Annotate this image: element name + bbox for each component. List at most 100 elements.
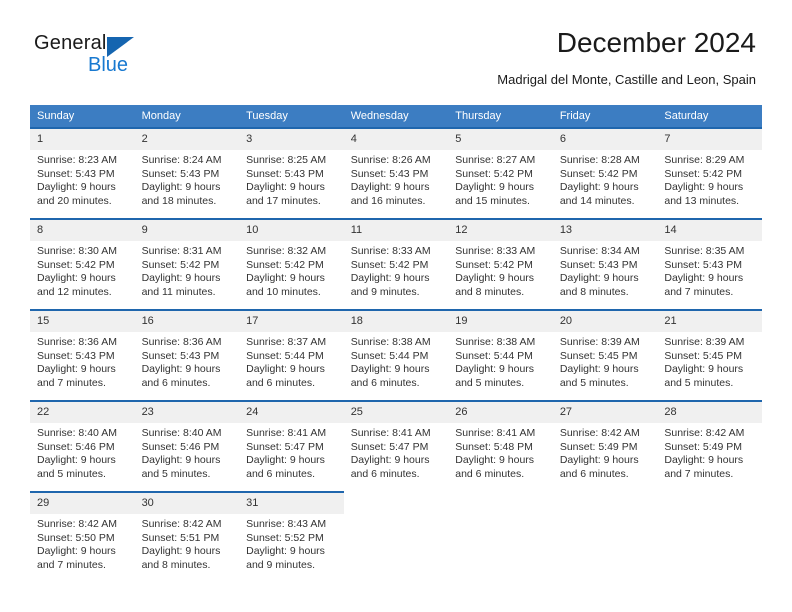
day-details: Sunrise: 8:42 AM Sunset: 5:50 PM Daylight:… (30, 514, 135, 572)
daylight-text-line1: Daylight: 9 hours (246, 545, 325, 558)
calendar-day-cell[interactable]: 27 Sunrise: 8:42 AM Sunset: 5:49 PM Dayligh… (552, 400, 658, 491)
calendar-day-cell[interactable]: 16 Sunrise: 8:36 AM Sunset: 5:43 PM Dayligh… (134, 309, 240, 400)
weekday-header-saturday: Saturday (657, 105, 762, 127)
daylight-text-line2: and 6 minutes. (246, 467, 316, 480)
calendar-day-cell[interactable]: 26 Sunrise: 8:41 AM Sunset: 5:48 PM Dayligh… (448, 400, 553, 491)
calendar-day-cell[interactable]: 25 Sunrise: 8:41 AM Sunset: 5:47 PM Dayligh… (343, 400, 449, 491)
calendar-day-cell[interactable]: 19 Sunrise: 8:38 AM Sunset: 5:44 PM Dayligh… (448, 309, 553, 400)
day-cell-content: 22 Sunrise: 8:40 AM Sunset: 5:46 PM Dayligh… (30, 400, 135, 491)
sunset-text: Sunset: 5:43 PM (559, 258, 638, 271)
calendar-day-cell[interactable]: 14 Sunrise: 8:35 AM Sunset: 5:43 PM Dayligh… (657, 218, 762, 309)
logo-text-general: General (34, 32, 107, 54)
daylight-text-line1: Daylight: 9 hours (37, 181, 116, 194)
daylight-text-line2: and 9 minutes. (350, 285, 420, 298)
daylight-text-line2: and 9 minutes. (246, 558, 316, 571)
calendar-day-cell[interactable]: 31 Sunrise: 8:43 AM Sunset: 5:52 PM Dayligh… (239, 491, 344, 582)
calendar-day-cell[interactable]: 21 Sunrise: 8:39 AM Sunset: 5:45 PM Dayligh… (657, 309, 762, 400)
day-cell-content: 9 Sunrise: 8:31 AM Sunset: 5:42 PM Daylight… (134, 218, 240, 309)
daylight-text-line1: Daylight: 9 hours (455, 272, 535, 285)
sunrise-text: Sunrise: 8:41 AM (350, 427, 431, 439)
day-details: Sunrise: 8:42 AM Sunset: 5:49 PM Daylight:… (553, 423, 658, 481)
daylight-text-line2: and 15 minutes. (455, 194, 530, 207)
sunrise-text: Sunrise: 8:34 AM (559, 245, 640, 257)
day-number: 15 (30, 311, 135, 332)
sunrise-text: Sunrise: 8:42 AM (559, 427, 640, 439)
calendar-day-cell[interactable]: 18 Sunrise: 8:38 AM Sunset: 5:44 PM Dayligh… (343, 309, 449, 400)
day-number: 4 (343, 129, 449, 150)
day-details: Sunrise: 8:34 AM Sunset: 5:43 PM Daylight:… (553, 241, 658, 299)
sunset-text: Sunset: 5:43 PM (350, 167, 429, 180)
daylight-text-line2: and 6 minutes. (455, 467, 525, 480)
day-details: Sunrise: 8:29 AM Sunset: 5:42 PM Daylight:… (657, 150, 762, 208)
day-details: Sunrise: 8:30 AM Sunset: 5:42 PM Daylight:… (30, 241, 135, 299)
day-cell-content: 16 Sunrise: 8:36 AM Sunset: 5:43 PM Dayligh… (134, 309, 240, 400)
sunset-text: Sunset: 5:43 PM (664, 258, 743, 271)
calendar-day-cell[interactable]: 7 Sunrise: 8:29 AM Sunset: 5:42 PM Daylight… (657, 127, 762, 218)
day-details: Sunrise: 8:35 AM Sunset: 5:43 PM Daylight:… (657, 241, 762, 299)
daylight-text-line2: and 7 minutes. (37, 558, 106, 571)
calendar-day-cell[interactable]: 5 Sunrise: 8:27 AM Sunset: 5:42 PM Daylight… (448, 127, 553, 218)
calendar-day-cell[interactable]: 10 Sunrise: 8:32 AM Sunset: 5:42 PM Dayligh… (239, 218, 344, 309)
day-number: 21 (657, 311, 762, 332)
sunset-text: Sunset: 5:44 PM (455, 349, 533, 362)
sunrise-text: Sunrise: 8:40 AM (141, 427, 222, 439)
calendar-day-cell[interactable]: 24 Sunrise: 8:41 AM Sunset: 5:47 PM Dayligh… (239, 400, 344, 491)
calendar-day-cell[interactable]: 2 Sunrise: 8:24 AM Sunset: 5:43 PM Daylight… (134, 127, 240, 218)
daylight-text-line2: and 12 minutes. (37, 285, 112, 298)
calendar-table: Sunday Monday Tuesday Wednesday Thursday… (30, 105, 762, 582)
daylight-text-line1: Daylight: 9 hours (141, 545, 221, 558)
sunrise-text: Sunrise: 8:33 AM (455, 245, 536, 257)
daylight-text-line2: and 5 minutes. (664, 376, 734, 389)
daylight-text-line2: and 6 minutes. (141, 376, 211, 389)
sunrise-text: Sunrise: 8:40 AM (37, 427, 117, 439)
calendar-day-cell[interactable]: 30 Sunrise: 8:42 AM Sunset: 5:51 PM Dayligh… (134, 491, 240, 582)
calendar-day-cell[interactable]: 22 Sunrise: 8:40 AM Sunset: 5:46 PM Dayligh… (30, 400, 135, 491)
calendar-day-cell[interactable]: 6 Sunrise: 8:28 AM Sunset: 5:42 PM Daylight… (552, 127, 658, 218)
day-number: 12 (448, 220, 553, 241)
calendar-day-cell[interactable]: 13 Sunrise: 8:34 AM Sunset: 5:43 PM Dayligh… (552, 218, 658, 309)
day-details: Sunrise: 8:41 AM Sunset: 5:48 PM Daylight:… (448, 423, 553, 481)
calendar-day-cell[interactable]: 17 Sunrise: 8:37 AM Sunset: 5:44 PM Dayligh… (239, 309, 344, 400)
sunrise-text: Sunrise: 8:37 AM (246, 336, 327, 348)
daylight-text-line2: and 5 minutes. (141, 467, 211, 480)
calendar-day-cell[interactable]: 1 Sunrise: 8:23 AM Sunset: 5:43 PM Daylight… (30, 127, 135, 218)
day-number: 8 (30, 220, 135, 241)
day-cell-empty (448, 491, 553, 582)
calendar-day-cell[interactable]: 15 Sunrise: 8:36 AM Sunset: 5:43 PM Dayligh… (30, 309, 135, 400)
daylight-text-line1: Daylight: 9 hours (246, 272, 325, 285)
daylight-text-line2: and 17 minutes. (246, 194, 321, 207)
day-number: 17 (239, 311, 344, 332)
day-cell-content: 10 Sunrise: 8:32 AM Sunset: 5:42 PM Dayligh… (239, 218, 344, 309)
general-blue-logo[interactable]: General Blue (34, 32, 214, 84)
sunset-text: Sunset: 5:42 PM (350, 258, 429, 271)
sunrise-text: Sunrise: 8:38 AM (455, 336, 536, 348)
day-details: Sunrise: 8:32 AM Sunset: 5:42 PM Daylight:… (239, 241, 344, 299)
page-subtitle: Madrigal del Monte, Castille and Leon, S… (497, 72, 756, 87)
calendar-day-cell[interactable]: 23 Sunrise: 8:40 AM Sunset: 5:46 PM Dayligh… (134, 400, 240, 491)
day-cell-content: 2 Sunrise: 8:24 AM Sunset: 5:43 PM Daylight… (134, 127, 240, 218)
daylight-text-line2: and 8 minutes. (141, 558, 211, 571)
daylight-text-line1: Daylight: 9 hours (37, 272, 116, 285)
day-number: 10 (239, 220, 344, 241)
calendar-day-cell[interactable]: 20 Sunrise: 8:39 AM Sunset: 5:45 PM Dayligh… (552, 309, 658, 400)
calendar-day-cell (343, 491, 449, 582)
day-details: Sunrise: 8:43 AM Sunset: 5:52 PM Daylight:… (239, 514, 344, 572)
calendar-day-cell[interactable]: 8 Sunrise: 8:30 AM Sunset: 5:42 PM Daylight… (30, 218, 135, 309)
calendar-day-cell[interactable]: 11 Sunrise: 8:33 AM Sunset: 5:42 PM Dayligh… (343, 218, 449, 309)
sunrise-text: Sunrise: 8:31 AM (141, 245, 222, 257)
calendar-day-cell[interactable]: 9 Sunrise: 8:31 AM Sunset: 5:42 PM Daylight… (134, 218, 240, 309)
day-details: Sunrise: 8:41 AM Sunset: 5:47 PM Daylight:… (344, 423, 449, 481)
daylight-text-line2: and 8 minutes. (455, 285, 525, 298)
calendar-day-cell[interactable]: 4 Sunrise: 8:26 AM Sunset: 5:43 PM Daylight… (343, 127, 449, 218)
daylight-text-line2: and 5 minutes. (559, 376, 629, 389)
sunset-text: Sunset: 5:51 PM (141, 531, 220, 544)
daylight-text-line1: Daylight: 9 hours (455, 363, 535, 376)
calendar-day-cell[interactable]: 12 Sunrise: 8:33 AM Sunset: 5:42 PM Dayligh… (448, 218, 553, 309)
day-cell-content: 11 Sunrise: 8:33 AM Sunset: 5:42 PM Dayligh… (343, 218, 449, 309)
daylight-text-line2: and 6 minutes. (559, 467, 629, 480)
calendar-day-cell[interactable]: 3 Sunrise: 8:25 AM Sunset: 5:43 PM Daylight… (239, 127, 344, 218)
calendar-header-row: Sunday Monday Tuesday Wednesday Thursday… (30, 105, 762, 127)
day-details: Sunrise: 8:23 AM Sunset: 5:43 PM Daylight:… (30, 150, 135, 208)
calendar-day-cell[interactable]: 28 Sunrise: 8:42 AM Sunset: 5:49 PM Dayligh… (657, 400, 762, 491)
calendar-day-cell[interactable]: 29 Sunrise: 8:42 AM Sunset: 5:50 PM Dayligh… (30, 491, 135, 582)
